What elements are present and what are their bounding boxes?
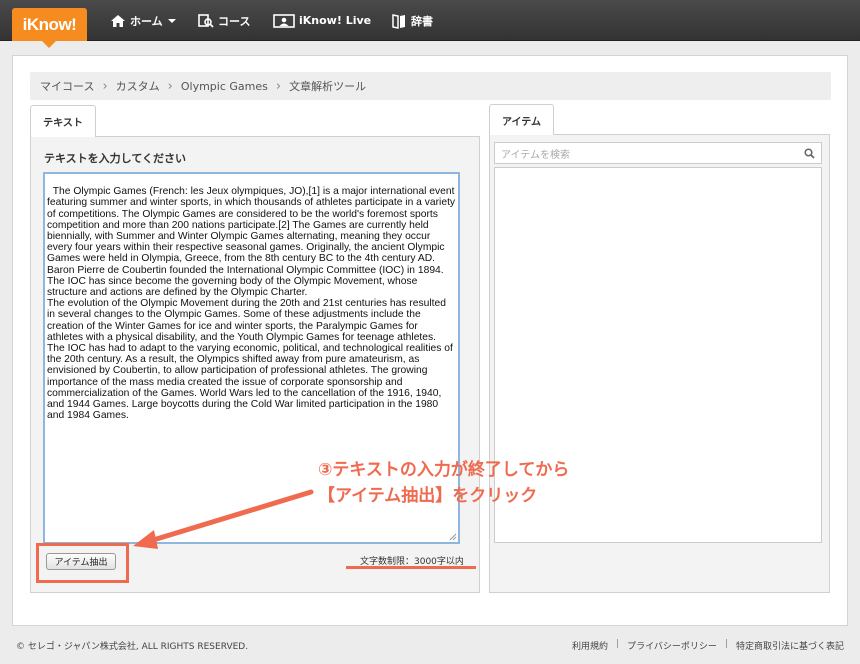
extract-items-button[interactable]: アイテム抽出	[46, 553, 116, 570]
item-list	[494, 167, 822, 543]
annotation-line-1: ③テキストの入力が終了してから	[318, 460, 570, 480]
text-input-content: The Olympic Games (French: les Jeux olym…	[47, 186, 456, 422]
nav-course-label: コース	[218, 14, 251, 28]
nav-home-label: ホーム	[130, 14, 163, 28]
home-icon	[111, 14, 125, 27]
live-icon	[273, 13, 295, 28]
footer-links: 利用規約 | プライバシーポリシー | 特定商取引法に基づく表記	[572, 639, 844, 652]
item-search-input[interactable]: アイテムを検索	[494, 142, 822, 164]
search-icon[interactable]	[804, 148, 815, 159]
top-nav-bar: iKnow! ホーム コース iKnow! Live 辞書	[0, 0, 860, 48]
nav-live[interactable]: iKnow! Live	[273, 0, 371, 41]
char-limit-underline	[346, 566, 476, 569]
breadcrumb-current-tool: 文章解析ツール	[289, 80, 367, 93]
breadcrumb: マイコース › カスタム › Olympic Games › 文章解析ツール	[30, 72, 831, 100]
iknow-logo[interactable]: iKnow!	[12, 8, 87, 48]
tab-text[interactable]: テキスト	[30, 105, 96, 137]
breadcrumb-separator: ›	[275, 78, 282, 94]
footer-separator: |	[616, 639, 620, 649]
item-search-placeholder: アイテムを検索	[501, 149, 570, 161]
text-input-label: テキストを入力してください	[44, 152, 187, 165]
nav-dict[interactable]: 辞書	[391, 0, 433, 41]
annotation-arrow-icon	[133, 489, 314, 549]
book-icon	[392, 13, 405, 29]
course-search-icon	[198, 13, 214, 28]
resize-grip-icon[interactable]	[449, 533, 457, 541]
tab-items[interactable]: アイテム	[489, 104, 554, 135]
breadcrumb-separator: ›	[167, 78, 173, 94]
footer-link-commerce[interactable]: 特定商取引法に基づく表記	[736, 639, 844, 652]
breadcrumb-custom[interactable]: カスタム	[116, 78, 160, 94]
nav-dict-label: 辞書	[411, 14, 433, 28]
footer-separator: |	[724, 639, 728, 649]
breadcrumb-olympic-games[interactable]: Olympic Games	[181, 80, 268, 93]
nav-home[interactable]: ホーム	[110, 0, 181, 41]
annotation-line-2: 【アイテム抽出】をクリック	[318, 486, 538, 506]
nav-live-label: iKnow! Live	[299, 14, 372, 27]
breadcrumb-my-course[interactable]: マイコース	[40, 78, 94, 94]
chevron-down-icon	[167, 18, 176, 23]
breadcrumb-separator: ›	[102, 78, 108, 94]
footer-copyright: © セレゴ・ジャパン株式会社, ALL RIGHTS RESERVED.	[16, 642, 249, 652]
nav-course[interactable]: コース	[198, 0, 250, 41]
footer-link-terms[interactable]: 利用規約	[572, 639, 608, 652]
footer-link-privacy[interactable]: プライバシーポリシー	[627, 639, 717, 652]
